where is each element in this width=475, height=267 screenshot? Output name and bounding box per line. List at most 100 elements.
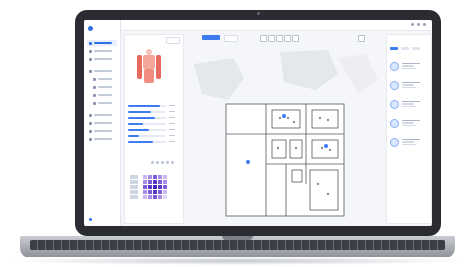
report-icon: [89, 113, 92, 117]
body-right-arm: [156, 55, 161, 79]
fullscreen-icon[interactable]: [358, 35, 365, 42]
metric-bar-track: [128, 134, 166, 137]
matrix-cell: [163, 190, 167, 194]
sidebar-item-8[interactable]: [87, 112, 117, 118]
sidebar-item-7[interactable]: [87, 100, 117, 106]
floor-plan: [225, 103, 345, 217]
person-pin-icon: [390, 99, 399, 109]
body-heatmap-figure: [137, 49, 161, 83]
top-bar-icons: [411, 23, 426, 26]
layers-icon[interactable]: [284, 35, 291, 42]
person-list-text: [402, 62, 420, 70]
secondary-button[interactable]: [224, 35, 238, 42]
metric-value: [169, 128, 175, 131]
matrix-cell: [143, 190, 147, 194]
person-pin-icon: [390, 80, 399, 90]
sidebar-item-4[interactable]: [87, 76, 117, 82]
tab-1[interactable]: [390, 47, 398, 50]
matrix-cell: [153, 180, 157, 184]
body-head: [146, 49, 152, 55]
sidebar-item-label: [94, 130, 112, 132]
metric-bar-fill: [128, 128, 149, 131]
metric-bar-fill: [128, 140, 153, 143]
people-icon: [89, 49, 92, 53]
device-icon: [89, 57, 92, 61]
matrix-cell: [143, 195, 147, 199]
zoom-out-icon[interactable]: [268, 35, 275, 42]
sidebar-item-6[interactable]: [87, 92, 117, 98]
avatar[interactable]: [423, 23, 426, 26]
person-list-text: [402, 138, 420, 146]
sidebar-item-label: [94, 114, 112, 116]
list-icon: [93, 93, 96, 97]
person-list-item[interactable]: [390, 59, 428, 73]
tab-3[interactable]: [412, 47, 420, 50]
matrix-cell: [153, 175, 157, 179]
map-area-far: [338, 54, 378, 94]
metric-bar-track: [128, 110, 166, 113]
sidebar-item-0[interactable]: [87, 40, 117, 46]
sidebar-item-label: [98, 86, 112, 88]
location-icon: [89, 69, 92, 73]
sidebar-item-label: [94, 138, 112, 140]
metric-value: [169, 110, 175, 113]
sidebar-item-5[interactable]: [87, 84, 117, 90]
metric-value: [169, 134, 175, 137]
matrix-cell: [158, 185, 162, 189]
sidebar-item-2[interactable]: [87, 56, 117, 62]
sidebar-nav: [87, 40, 117, 144]
matrix-cell: [148, 185, 152, 189]
person-list-item[interactable]: [390, 97, 428, 111]
sidebar-item-label: [98, 102, 112, 104]
top-bar: [121, 20, 432, 31]
person-list-item[interactable]: [390, 116, 428, 130]
sidebar-item-label: [98, 94, 112, 96]
sidebar-item-label: [94, 70, 112, 72]
metric-row: [128, 109, 180, 114]
right-panel: [386, 34, 432, 224]
heatmap-matrix: [143, 175, 167, 200]
metric-value: [169, 140, 175, 143]
sidebar-item-3[interactable]: [87, 68, 117, 74]
sidebar-item-9[interactable]: [87, 120, 117, 126]
metric-bar-fill: [128, 122, 144, 125]
bell-icon[interactable]: [411, 23, 414, 26]
floor-plan-map[interactable]: [188, 44, 384, 222]
person-list-text: [402, 119, 420, 127]
tab-2[interactable]: [401, 47, 409, 50]
body-left-arm: [137, 55, 142, 79]
metric-bar-track: [128, 122, 166, 125]
person-list-item[interactable]: [390, 135, 428, 149]
sidebar-footer[interactable]: [89, 218, 92, 221]
matrix-cell: [153, 195, 157, 199]
person-pin-icon: [390, 118, 399, 128]
metric-row: [128, 133, 180, 138]
matrix-cell: [158, 195, 162, 199]
map-marker-2: [324, 144, 328, 148]
matrix-row: [143, 190, 167, 194]
primary-button[interactable]: [202, 35, 220, 40]
list-icon: [93, 77, 96, 81]
sidebar-item-10[interactable]: [87, 128, 117, 134]
matrix-cell: [153, 185, 157, 189]
sidebar-item-label: [94, 122, 112, 124]
panel-select[interactable]: [166, 37, 180, 44]
map-toolbar: [188, 34, 378, 42]
ruler-icon[interactable]: [292, 35, 299, 42]
metric-row: [128, 139, 180, 144]
metric-bar-track: [128, 116, 166, 119]
list-icon: [93, 85, 96, 89]
sidebar-item-11[interactable]: [87, 136, 117, 142]
metric-row: [128, 103, 180, 108]
help-icon: [89, 137, 92, 141]
zoom-in-icon[interactable]: [260, 35, 267, 42]
metric-row: [128, 121, 180, 126]
matrix-cell: [158, 190, 162, 194]
fit-icon[interactable]: [276, 35, 283, 42]
person-list-item[interactable]: [390, 78, 428, 92]
matrix-cell: [148, 180, 152, 184]
app-logo[interactable]: [88, 25, 114, 31]
settings-icon[interactable]: [417, 23, 420, 26]
matrix-legend: [151, 161, 174, 164]
sidebar-item-1[interactable]: [87, 48, 117, 54]
